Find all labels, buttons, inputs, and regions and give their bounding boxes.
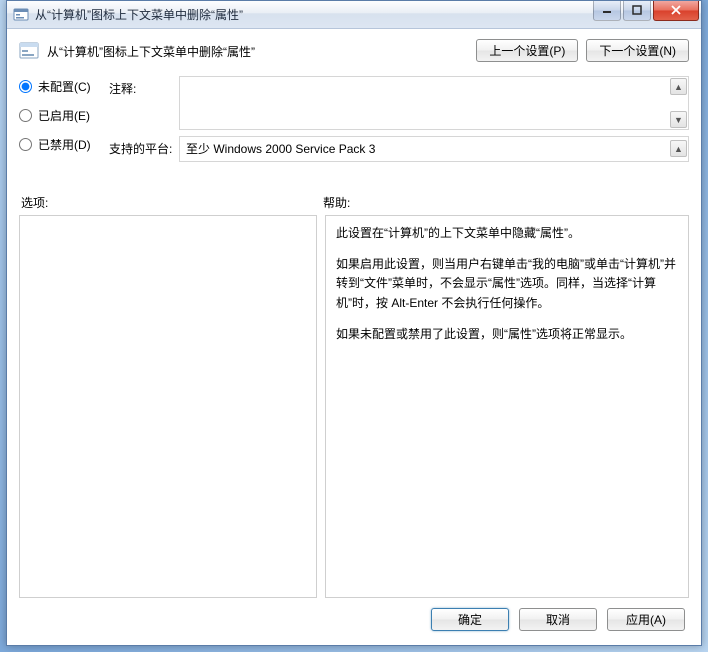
content-area: 从“计算机”图标上下文菜单中删除“属性” 上一个设置(P) 下一个设置(N) 未… — [7, 29, 701, 645]
radio-enabled-input[interactable] — [19, 109, 32, 122]
radio-disabled[interactable]: 已禁用(D) — [19, 136, 109, 153]
supported-field: 至少 Windows 2000 Service Pack 3 ▲ — [179, 136, 689, 162]
panes-row: 此设置在“计算机”的上下文菜单中隐藏“属性”。 如果启用此设置，则当用户右键单击… — [19, 215, 689, 598]
cancel-button[interactable]: 取消 — [519, 608, 597, 631]
scroll-down-icon[interactable]: ▼ — [670, 111, 687, 128]
window-title: 从“计算机”图标上下文菜单中删除“属性” — [35, 6, 591, 23]
help-pane: 此设置在“计算机”的上下文菜单中隐藏“属性”。 如果启用此设置，则当用户右键单击… — [325, 215, 689, 598]
supported-label: 支持的平台: — [109, 136, 179, 157]
window-controls — [591, 1, 699, 21]
options-label: 选项: — [21, 194, 323, 211]
radio-group: 未配置(C) 已启用(E) 已禁用(D) — [19, 76, 109, 168]
scroll-up-icon[interactable]: ▲ — [670, 78, 687, 95]
radio-enabled-label: 已启用(E) — [38, 107, 90, 124]
minimize-button[interactable] — [593, 1, 621, 21]
pane-labels: 选项: 帮助: — [19, 194, 689, 211]
supported-value: 至少 Windows 2000 Service Pack 3 — [186, 142, 375, 156]
close-button[interactable] — [653, 1, 699, 21]
comment-label: 注释: — [109, 76, 179, 97]
radio-enabled[interactable]: 已启用(E) — [19, 107, 109, 124]
help-paragraph: 此设置在“计算机”的上下文菜单中隐藏“属性”。 — [336, 224, 678, 243]
policy-icon — [19, 41, 39, 61]
config-row: 未配置(C) 已启用(E) 已禁用(D) 注释: ▲ ▼ — [19, 76, 689, 168]
policy-title: 从“计算机”图标上下文菜单中删除“属性” — [47, 43, 255, 60]
header-row: 从“计算机”图标上下文菜单中删除“属性” 上一个设置(P) 下一个设置(N) — [19, 39, 689, 62]
titlebar: 从“计算机”图标上下文菜单中删除“属性” — [7, 1, 701, 29]
dialog-window: 从“计算机”图标上下文菜单中删除“属性” — [6, 0, 702, 646]
radio-disabled-input[interactable] — [19, 138, 32, 151]
maximize-button[interactable] — [623, 1, 651, 21]
help-paragraph: 如果启用此设置，则当用户右键单击“我的电脑”或单击“计算机”并转到“文件”菜单时… — [336, 255, 678, 313]
apply-button[interactable]: 应用(A) — [607, 608, 685, 631]
dialog-footer: 确定 取消 应用(A) — [19, 598, 689, 635]
radio-not-configured-label: 未配置(C) — [38, 78, 91, 95]
options-pane — [19, 215, 317, 598]
previous-setting-button[interactable]: 上一个设置(P) — [476, 39, 578, 62]
comment-field[interactable]: ▲ ▼ — [179, 76, 689, 130]
radio-disabled-label: 已禁用(D) — [38, 136, 91, 153]
app-icon — [13, 7, 29, 23]
radio-not-configured-input[interactable] — [19, 80, 32, 93]
scroll-up-icon[interactable]: ▲ — [670, 140, 687, 157]
help-label: 帮助: — [323, 194, 350, 211]
radio-not-configured[interactable]: 未配置(C) — [19, 78, 109, 95]
ok-button[interactable]: 确定 — [431, 608, 509, 631]
next-setting-button[interactable]: 下一个设置(N) — [586, 39, 689, 62]
help-paragraph: 如果未配置或禁用了此设置，则“属性”选项将正常显示。 — [336, 325, 678, 344]
